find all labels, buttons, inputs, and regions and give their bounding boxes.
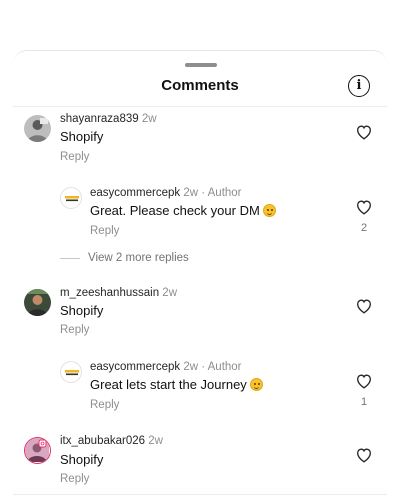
reply-text-content: Great lets start the Journey	[90, 377, 247, 392]
avatar[interactable]	[60, 361, 82, 383]
username[interactable]: shayanraza839	[60, 113, 139, 125]
reply-button[interactable]: Reply	[60, 324, 89, 336]
heart-icon[interactable]	[356, 299, 372, 314]
reply-button[interactable]: Reply	[90, 225, 119, 237]
avatar[interactable]	[24, 115, 51, 142]
reply-text-content: Great. Please check your DM	[90, 203, 260, 218]
view-more-replies-button[interactable]: View 2 more replies	[88, 252, 189, 264]
author-badge: Author	[207, 187, 242, 199]
username[interactable]: easycommercepk	[90, 187, 180, 199]
username[interactable]: easycommercepk	[90, 361, 180, 373]
page-title: Comments	[161, 77, 239, 94]
comment-header: m_zeeshanhussain 2w	[60, 287, 177, 299]
avatar[interactable]	[24, 289, 51, 316]
username[interactable]: m_zeeshanhussain	[60, 287, 159, 299]
author-badge: Author	[207, 361, 242, 373]
heart-icon[interactable]	[356, 448, 372, 463]
reply-header: easycommercepk 2w · Author	[90, 187, 242, 199]
like-count: 2	[360, 222, 368, 234]
avatar[interactable]	[24, 437, 51, 464]
avatar[interactable]	[60, 187, 82, 209]
reply-button[interactable]: Reply	[60, 151, 89, 163]
comment-header: shayanraza839 2w	[60, 113, 157, 125]
timestamp: 2w	[183, 361, 199, 373]
timestamp: 2w	[162, 287, 177, 299]
heart-icon[interactable]	[356, 125, 372, 140]
reply-button[interactable]: Reply	[60, 473, 89, 485]
username[interactable]: itx_abubakar026	[60, 435, 145, 447]
reply-button[interactable]: Reply	[90, 399, 119, 411]
comment-header: itx_abubakar026 2w	[60, 435, 163, 447]
reply-text: Great lets start the Journey	[90, 377, 263, 392]
smile-emoji-icon	[249, 378, 263, 391]
heart-icon[interactable]	[356, 374, 372, 389]
comment-text: Shopify	[60, 129, 104, 144]
drag-handle[interactable]	[185, 63, 217, 67]
heart-icon[interactable]	[356, 200, 372, 215]
bottom-divider	[13, 494, 387, 495]
timestamp: 2w	[141, 113, 157, 125]
timestamp: 2w	[183, 187, 199, 199]
reply-text: Great. Please check your DM	[90, 203, 276, 218]
view-more-line	[60, 258, 80, 259]
header-divider	[13, 106, 387, 107]
comment-text: Shopify	[60, 303, 104, 318]
smile-emoji-icon	[262, 204, 276, 217]
info-icon[interactable]: i	[348, 75, 370, 97]
like-count: 1	[360, 396, 368, 408]
timestamp: 2w	[148, 435, 163, 447]
comment-text: Shopify	[60, 452, 104, 467]
reply-header: easycommercepk 2w · Author	[90, 361, 242, 373]
